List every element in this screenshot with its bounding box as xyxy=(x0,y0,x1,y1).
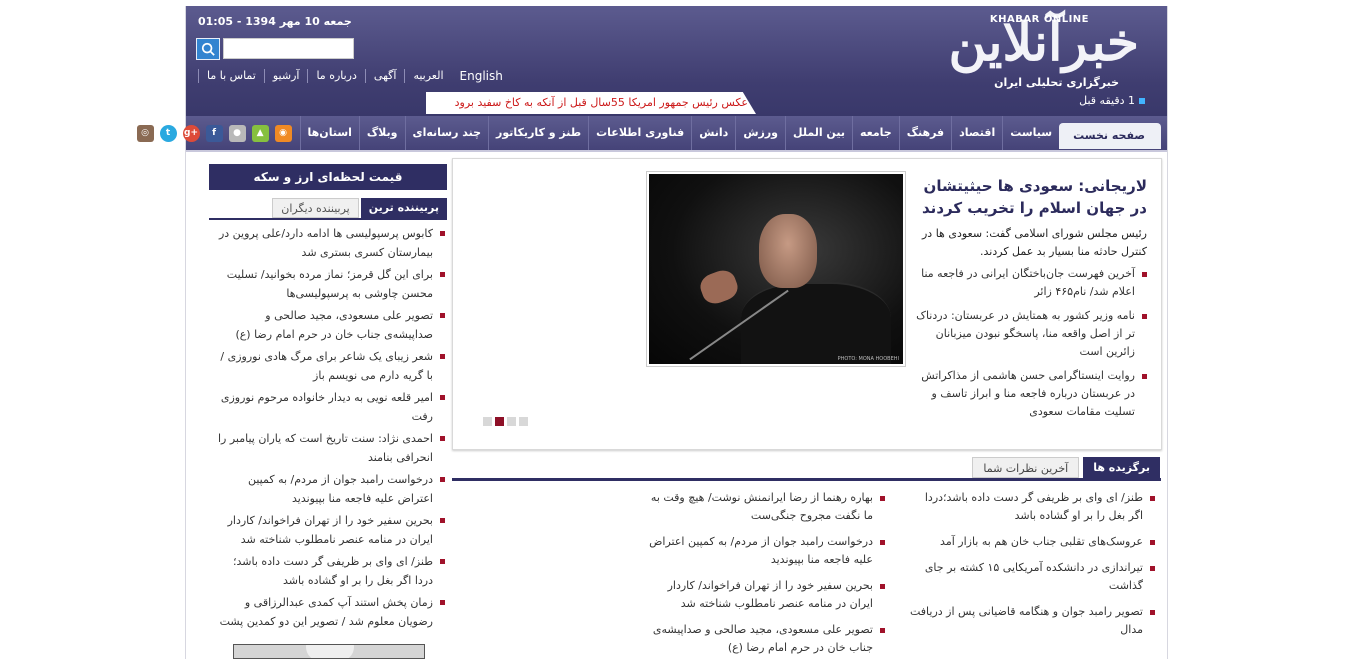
video-thumbnail[interactable] xyxy=(233,644,425,659)
photo-figure-hand xyxy=(696,266,742,308)
left-sidebar: قیمت لحظه‌ای ارز و سکه پربیننده ترین پرب… xyxy=(209,164,447,659)
list-item[interactable]: تصویر علی مسعودی، مجید صالحی و صداپیشه‌ی… xyxy=(209,306,447,345)
top-links: English العربیه آگهی درباره ما آرشیو تما… xyxy=(198,69,511,83)
top-story: لاریجانی: سعودی ها حیثیتشان در جهان اسلا… xyxy=(452,158,1162,450)
list-item[interactable]: بحرین سفیر خود را از تهران فراخواند/ کار… xyxy=(209,511,447,550)
search-input[interactable] xyxy=(223,38,354,59)
list-item[interactable]: بهاره رهنما از رضا ایرانمنش نوشت/ هیچ وق… xyxy=(647,489,887,525)
list-item[interactable]: طنز/ ای وای بر ظریفی گر دست داده باشد؛در… xyxy=(909,489,1157,525)
news-ticker[interactable]: عکس رئیس جمهور امریکا 55سال قبل از آنکه … xyxy=(426,92,756,114)
list-item[interactable]: تصویر رامبد جوان و هنگامه قاضیانی پس از … xyxy=(909,603,1157,639)
site-tagline: خبرگزاری تحلیلی ایران xyxy=(994,76,1119,89)
play-icon[interactable] xyxy=(306,645,354,658)
main-nav: صفحه نخست سیاست اقتصاد فرهنگ جامعه بین ا… xyxy=(136,116,1167,150)
nav-science[interactable]: دانش xyxy=(691,116,735,150)
photo-credit: PHOTO: MONA HOOBEHI xyxy=(837,356,899,362)
photo-figure-body xyxy=(741,282,891,364)
related-item[interactable]: روایت اینستاگرامی حسن هاشمی از مذاکراتش … xyxy=(911,367,1147,421)
tab-most-viewed[interactable]: پربیننده ترین xyxy=(360,198,447,218)
related-item[interactable]: نامه وزیر کشور به همتایش در عربستان: درد… xyxy=(911,307,1147,361)
list-item[interactable]: درخواست رامبد جوان از مردم/ به کمپین اعت… xyxy=(209,470,447,509)
link-ads[interactable]: آگهی xyxy=(364,69,405,83)
android-icon[interactable]: ▲ xyxy=(251,124,269,142)
featured-list-right: طنز/ ای وای بر ظریفی گر دست داده باشد؛در… xyxy=(909,489,1157,647)
link-english[interactable]: English xyxy=(452,69,511,83)
tab-latest-comments[interactable]: آخرین نظرات شما xyxy=(972,457,1080,478)
list-item[interactable]: شعر زیبای یک شاعر برای مرگ هادی نوروزی /… xyxy=(209,347,447,386)
facebook-icon[interactable]: f xyxy=(205,124,223,142)
list-item[interactable]: تیراندازی در دانشکده آمریکایی ۱۵ کشته بر… xyxy=(909,559,1157,595)
time-ago-label: 1 دقیقه قبل xyxy=(1079,94,1135,107)
apple-icon[interactable]: ● xyxy=(228,124,246,142)
google-plus-icon[interactable]: g+ xyxy=(182,124,200,142)
twitter-icon[interactable]: t xyxy=(159,124,177,142)
slider-dot[interactable] xyxy=(507,417,516,426)
link-arabic[interactable]: العربیه xyxy=(404,69,451,83)
link-archive[interactable]: آرشیو xyxy=(263,69,308,83)
search-button[interactable] xyxy=(196,38,220,60)
page: KHABAR ONLINE خبرآنلاین خبرگزاری تحلیلی … xyxy=(136,6,1168,659)
most-viewed-list: کابوس پرسپولیسی ها ادامه دارد/علی پروین … xyxy=(209,224,447,634)
nav-society[interactable]: جامعه xyxy=(851,116,899,150)
related-news-list: آخرین فهرست جان‌باختگان ایرانی در فاجعه … xyxy=(911,265,1147,427)
top-story-lead: رئیس مجلس شورای اسلامی گفت: سعودی ها در … xyxy=(921,227,1147,258)
ticker-time: 1 دقیقه قبل xyxy=(1079,94,1145,107)
list-item[interactable]: احمدی نژاد: سنت تاریخ است که یاران پیامب… xyxy=(209,429,447,468)
social-links: ◉ ▲ ● f g+ t ◎ xyxy=(133,124,300,142)
nav-economy[interactable]: اقتصاد xyxy=(951,116,1002,150)
link-about[interactable]: درباره ما xyxy=(307,69,364,83)
list-item[interactable]: طنز/ ای وای بر ظریفی گر دست داده باشد؛در… xyxy=(209,552,447,591)
list-item[interactable]: امیر قلعه نویی به دیدار خانواده مرحوم نو… xyxy=(209,388,447,427)
featured-tabs: برگزیده ها آخرین نظرات شما xyxy=(972,457,1160,478)
bullet-icon xyxy=(1139,97,1145,104)
list-item[interactable]: برای این گل قرمز؛ نماز مرده بخوانید/ تسل… xyxy=(209,265,447,304)
search-icon xyxy=(201,42,215,56)
slider-dots xyxy=(483,417,528,426)
nav-international[interactable]: بین الملل xyxy=(785,116,852,150)
related-item[interactable]: آخرین فهرست جان‌باختگان ایرانی در فاجعه … xyxy=(911,265,1147,301)
site-header: KHABAR ONLINE خبرآنلاین خبرگزاری تحلیلی … xyxy=(186,6,1167,116)
list-item[interactable]: درخواست رامبد جوان از مردم/ به کمپین اعت… xyxy=(647,533,887,569)
list-item[interactable]: بحرین سفیر خود را از تهران فراخواند/ کار… xyxy=(647,577,887,613)
logo-latin: KHABAR ONLINE xyxy=(989,14,1089,25)
sidebar-tabs: پربیننده ترین پربیننده دیگران xyxy=(272,198,447,218)
nav-humor[interactable]: طنز و کاریکاتور xyxy=(488,116,588,150)
currency-price-box[interactable]: قیمت لحظه‌ای ارز و سکه xyxy=(209,164,447,190)
top-story-headline[interactable]: لاریجانی: سعودی ها حیثیتشان در جهان اسلا… xyxy=(917,175,1147,219)
list-item[interactable]: کابوس پرسپولیسی ها ادامه دارد/علی پروین … xyxy=(209,224,447,263)
nav-substrip xyxy=(186,150,1167,152)
featured-divider xyxy=(452,478,1161,481)
rss-icon[interactable]: ◉ xyxy=(274,124,292,142)
slider-dot-active[interactable] xyxy=(495,417,504,426)
photo-figure-head xyxy=(759,214,817,288)
sidebar-divider xyxy=(209,218,447,220)
nav-politics[interactable]: سیاست xyxy=(1002,116,1059,150)
list-item[interactable]: عروسک‌های تقلبی جناب خان هم به بازار آمد xyxy=(909,533,1157,551)
slider-dot[interactable] xyxy=(519,417,528,426)
current-date: جمعه 10 مهر 1394 - 01:05 xyxy=(198,15,352,28)
site-logo[interactable]: KHABAR ONLINE خبرآنلاین خبرگزاری تحلیلی … xyxy=(948,14,1143,94)
instagram-icon[interactable]: ◎ xyxy=(136,124,154,142)
list-item[interactable]: زمان پخش استند آپ کمدی عبدالرزاقی و رضوی… xyxy=(209,593,447,632)
nav-multimedia[interactable]: چند رسانه‌ای xyxy=(404,116,489,150)
nav-home[interactable]: صفحه نخست xyxy=(1059,123,1161,149)
slider-dot[interactable] xyxy=(483,417,492,426)
link-contact[interactable]: تماس با ما xyxy=(198,69,264,83)
nav-sports[interactable]: ورزش xyxy=(735,116,785,150)
nav-it[interactable]: فناوری اطلاعات xyxy=(588,116,691,150)
list-item[interactable]: تصویر علی مسعودی، مجید صالحی و صداپیشه‌ی… xyxy=(647,621,887,657)
nav-culture[interactable]: فرهنگ xyxy=(898,116,951,150)
featured-list-middle: بهاره رهنما از رضا ایرانمنش نوشت/ هیچ وق… xyxy=(647,489,887,665)
tab-others-most-viewed[interactable]: پربیننده دیگران xyxy=(272,198,359,218)
top-story-photo[interactable]: PHOTO: MONA HOOBEHI xyxy=(646,171,906,367)
nav-blog[interactable]: وبلاگ xyxy=(358,116,405,150)
nav-provinces[interactable]: استان‌ها xyxy=(299,116,359,150)
tab-featured[interactable]: برگزیده ها xyxy=(1083,457,1160,478)
photo-image: PHOTO: MONA HOOBEHI xyxy=(649,174,903,364)
